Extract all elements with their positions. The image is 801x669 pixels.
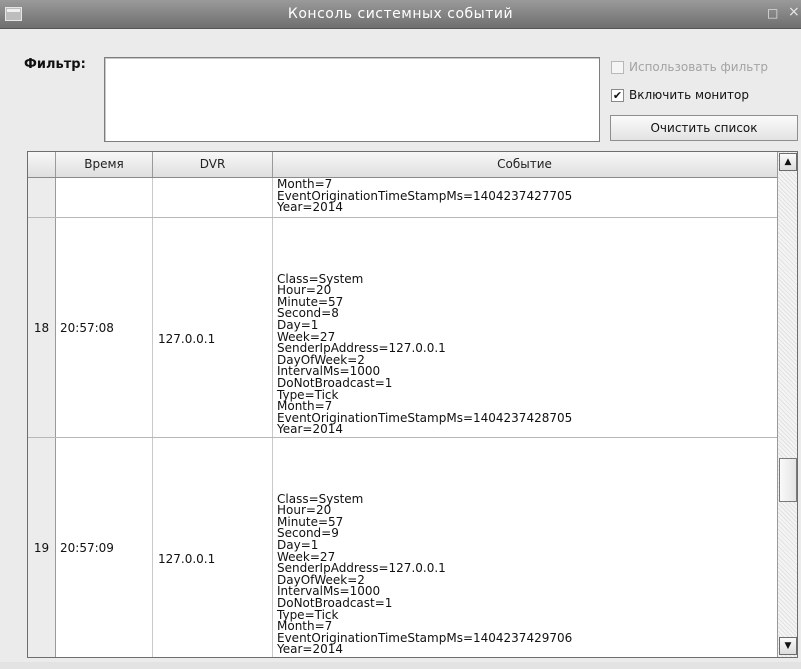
enable-monitor-checkbox[interactable]: ✔ Включить монитор [611,87,749,103]
checkbox-checked-icon[interactable]: ✔ [611,88,624,102]
events-table[interactable]: Время DVR Событие Month=7 EventOriginatio… [27,151,798,658]
cell-dvr: 127.0.0.1 [153,218,273,437]
window-title: Консоль системных событий [287,6,514,22]
close-icon[interactable]: × [788,4,800,20]
event-line: Second=9 [277,526,339,541]
row-number: 18 [28,218,56,437]
event-line: Year=2014 [277,642,343,657]
table-row[interactable]: 19 20:57:09 127.0.0.1 Class=System Hour=20 Mi… [28,438,777,657]
use-filter-label: Использовать фильтр [629,60,768,74]
table-body: Month=7 EventOriginationTimeStampMs=14042… [28,178,777,657]
clear-list-button[interactable]: Очистить список [610,115,798,141]
cell-event: Class=System Hour=20 Minute=57 Second=9 Day=… [273,438,776,657]
column-header-rownum[interactable] [28,152,56,177]
column-header-time[interactable]: Время [56,152,153,177]
cell-time [56,178,153,217]
filter-label: Фильтр: [24,57,86,72]
scroll-thumb[interactable] [779,458,797,502]
column-header-event[interactable]: Событие [273,152,776,177]
cell-dvr: 127.0.0.1 [153,438,273,657]
event-line: Year=2014 [277,422,343,437]
vertical-scrollbar[interactable]: ▲ ▼ [777,152,797,657]
cell-dvr [153,178,273,217]
filter-textarea[interactable] [104,57,600,142]
event-line: Year=2014 [277,200,343,215]
enable-monitor-label: Включить монитор [629,88,750,102]
title-bar: Консоль системных событий □ × [0,0,801,29]
cell-time: 20:57:08 [56,218,153,437]
table-row[interactable]: 18 20:57:08 127.0.0.1 Class=System Hour=20 Mi… [28,218,777,438]
window-bottom-edge [0,662,801,669]
column-header-dvr[interactable]: DVR [153,152,273,177]
maximize-icon[interactable]: □ [767,6,778,20]
cell-time: 20:57:09 [56,438,153,657]
table-header: Время DVR Событие [28,152,777,178]
checkbox-unchecked-icon[interactable] [611,60,624,74]
scroll-up-icon[interactable]: ▲ [779,153,797,171]
table-row[interactable]: Month=7 EventOriginationTimeStampMs=14042… [28,178,777,218]
row-number [28,178,56,217]
cell-event: Month=7 EventOriginationTimeStampMs=14042… [273,178,776,217]
use-filter-checkbox[interactable]: Использовать фильтр [611,59,768,75]
cell-event: Class=System Hour=20 Minute=57 Second=8 Day=… [273,218,776,437]
row-number: 19 [28,438,56,657]
event-line: Second=8 [277,306,339,321]
scroll-down-icon[interactable]: ▼ [779,637,797,655]
